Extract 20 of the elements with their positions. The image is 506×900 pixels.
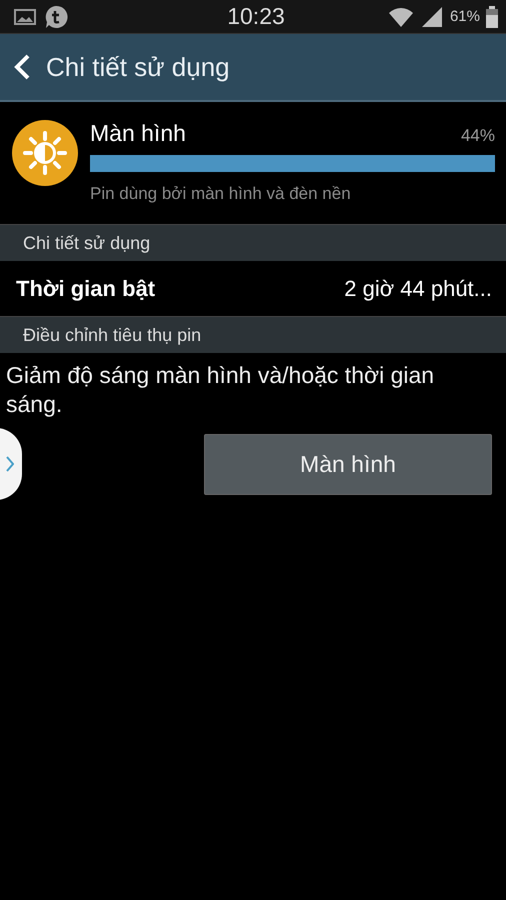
chevron-right-icon bbox=[6, 456, 14, 472]
usage-percent: 44% bbox=[460, 126, 495, 146]
usage-title: Màn hình bbox=[90, 120, 186, 147]
screen-title: Chi tiết sử dụng bbox=[46, 52, 230, 82]
usage-description: Pin dùng bởi màn hình và đèn nền bbox=[90, 184, 352, 204]
tip-text: Giảm độ sáng màn hình và/hoặc thời gian sáng. bbox=[6, 361, 436, 419]
wifi-icon bbox=[388, 6, 414, 28]
section-header: Chi tiết sử dụng bbox=[23, 232, 150, 254]
signal-icon bbox=[420, 6, 444, 28]
back-button[interactable] bbox=[12, 53, 32, 81]
display-button[interactable]: Màn hình bbox=[204, 434, 492, 495]
detail-value: 2 giờ 44 phút... bbox=[344, 276, 492, 302]
chat-bubble-icon bbox=[44, 4, 68, 28]
brightness-icon bbox=[12, 120, 78, 186]
section-header: Điều chỉnh tiêu thụ pin bbox=[23, 324, 202, 346]
battery-percent: 61% bbox=[450, 8, 480, 25]
clock: 10:23 bbox=[227, 3, 285, 30]
image-icon bbox=[14, 8, 36, 24]
detail-label: Thời gian bật bbox=[16, 276, 156, 302]
battery-icon bbox=[486, 6, 498, 28]
